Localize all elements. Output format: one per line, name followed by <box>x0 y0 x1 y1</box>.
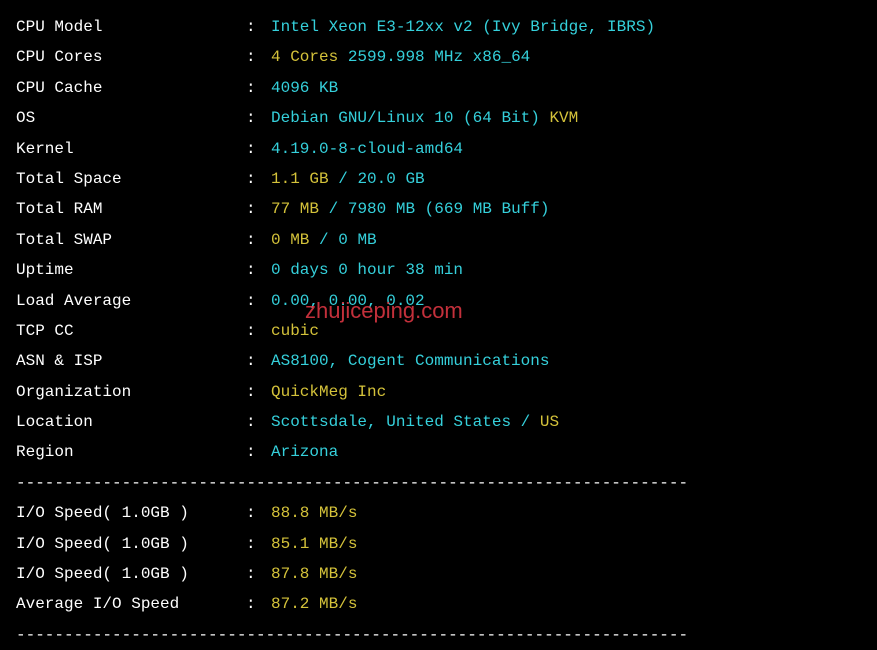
total-space-value: 1.1 GB / 20.0 GB <box>271 164 861 194</box>
region-row: Region : Arizona <box>16 437 861 467</box>
location-label: Location <box>16 407 246 437</box>
colon: : <box>246 316 271 346</box>
total-ram-label: Total RAM <box>16 194 246 224</box>
cpu-model-label: CPU Model <box>16 12 246 42</box>
organization-value: QuickMeg Inc <box>271 377 861 407</box>
colon: : <box>246 164 271 194</box>
cpu-model-row: CPU Model : Intel Xeon E3-12xx v2 (Ivy B… <box>16 12 861 42</box>
colon: : <box>246 103 271 133</box>
tcp-cc-value: cubic <box>271 316 861 346</box>
asn-isp-label: ASN & ISP <box>16 346 246 376</box>
colon: : <box>246 559 271 589</box>
io-test-row-2: I/O Speed( 1.0GB ) : 87.8 MB/s <box>16 559 861 589</box>
os-label: OS <box>16 103 246 133</box>
total-ram-row: Total RAM : 77 MB / 7980 MB (669 MB Buff… <box>16 194 861 224</box>
colon: : <box>246 134 271 164</box>
location-row: Location : Scottsdale, United States / U… <box>16 407 861 437</box>
asn-isp-value: AS8100, Cogent Communications <box>271 346 861 376</box>
load-avg-value: 0.00, 0.00, 0.02 <box>271 286 861 316</box>
kernel-row: Kernel : 4.19.0-8-cloud-amd64 <box>16 134 861 164</box>
os-row: OS : Debian GNU/Linux 10 (64 Bit) KVM <box>16 103 861 133</box>
kernel-label: Kernel <box>16 134 246 164</box>
location-value: Scottsdale, United States / US <box>271 407 861 437</box>
region-label: Region <box>16 437 246 467</box>
colon: : <box>246 498 271 528</box>
region-value: Arizona <box>271 437 861 467</box>
colon: : <box>246 286 271 316</box>
io-test-value: 85.1 MB/s <box>271 529 861 559</box>
io-test-row-0: I/O Speed( 1.0GB ) : 88.8 MB/s <box>16 498 861 528</box>
cpu-cores-label: CPU Cores <box>16 42 246 72</box>
colon: : <box>246 529 271 559</box>
io-average-row: Average I/O Speed : 87.2 MB/s <box>16 589 861 619</box>
io-average-value: 87.2 MB/s <box>271 589 861 619</box>
asn-isp-row: ASN & ISP : AS8100, Cogent Communication… <box>16 346 861 376</box>
divider: ----------------------------------------… <box>16 468 861 498</box>
io-test-label: I/O Speed( 1.0GB ) <box>16 498 246 528</box>
uptime-label: Uptime <box>16 255 246 285</box>
colon: : <box>246 377 271 407</box>
total-swap-label: Total SWAP <box>16 225 246 255</box>
io-test-label: I/O Speed( 1.0GB ) <box>16 529 246 559</box>
total-swap-value: 0 MB / 0 MB <box>271 225 861 255</box>
organization-label: Organization <box>16 377 246 407</box>
divider: ----------------------------------------… <box>16 620 861 650</box>
cpu-cache-row: CPU Cache : 4096 KB <box>16 73 861 103</box>
kernel-value: 4.19.0-8-cloud-amd64 <box>271 134 861 164</box>
io-test-label: I/O Speed( 1.0GB ) <box>16 559 246 589</box>
cpu-cache-label: CPU Cache <box>16 73 246 103</box>
tcp-cc-row: TCP CC : cubic <box>16 316 861 346</box>
colon: : <box>246 407 271 437</box>
colon: : <box>246 73 271 103</box>
colon: : <box>246 255 271 285</box>
colon: : <box>246 437 271 467</box>
io-test-row-1: I/O Speed( 1.0GB ) : 85.1 MB/s <box>16 529 861 559</box>
total-space-label: Total Space <box>16 164 246 194</box>
cpu-cache-value: 4096 KB <box>271 73 861 103</box>
io-test-value: 88.8 MB/s <box>271 498 861 528</box>
total-ram-value: 77 MB / 7980 MB (669 MB Buff) <box>271 194 861 224</box>
io-test-value: 87.8 MB/s <box>271 559 861 589</box>
total-space-row: Total Space : 1.1 GB / 20.0 GB <box>16 164 861 194</box>
load-avg-row: Load Average : 0.00, 0.00, 0.02 <box>16 286 861 316</box>
organization-row: Organization : QuickMeg Inc <box>16 377 861 407</box>
cpu-model-value: Intel Xeon E3-12xx v2 (Ivy Bridge, IBRS) <box>271 12 861 42</box>
colon: : <box>246 346 271 376</box>
os-value: Debian GNU/Linux 10 (64 Bit) KVM <box>271 103 861 133</box>
colon: : <box>246 225 271 255</box>
total-swap-row: Total SWAP : 0 MB / 0 MB <box>16 225 861 255</box>
load-avg-label: Load Average <box>16 286 246 316</box>
colon: : <box>246 42 271 72</box>
cpu-cores-row: CPU Cores : 4 Cores 2599.998 MHz x86_64 <box>16 42 861 72</box>
cpu-cores-value: 4 Cores 2599.998 MHz x86_64 <box>271 42 861 72</box>
uptime-value: 0 days 0 hour 38 min <box>271 255 861 285</box>
colon: : <box>246 589 271 619</box>
io-average-label: Average I/O Speed <box>16 589 246 619</box>
uptime-row: Uptime : 0 days 0 hour 38 min <box>16 255 861 285</box>
tcp-cc-label: TCP CC <box>16 316 246 346</box>
colon: : <box>246 12 271 42</box>
colon: : <box>246 194 271 224</box>
